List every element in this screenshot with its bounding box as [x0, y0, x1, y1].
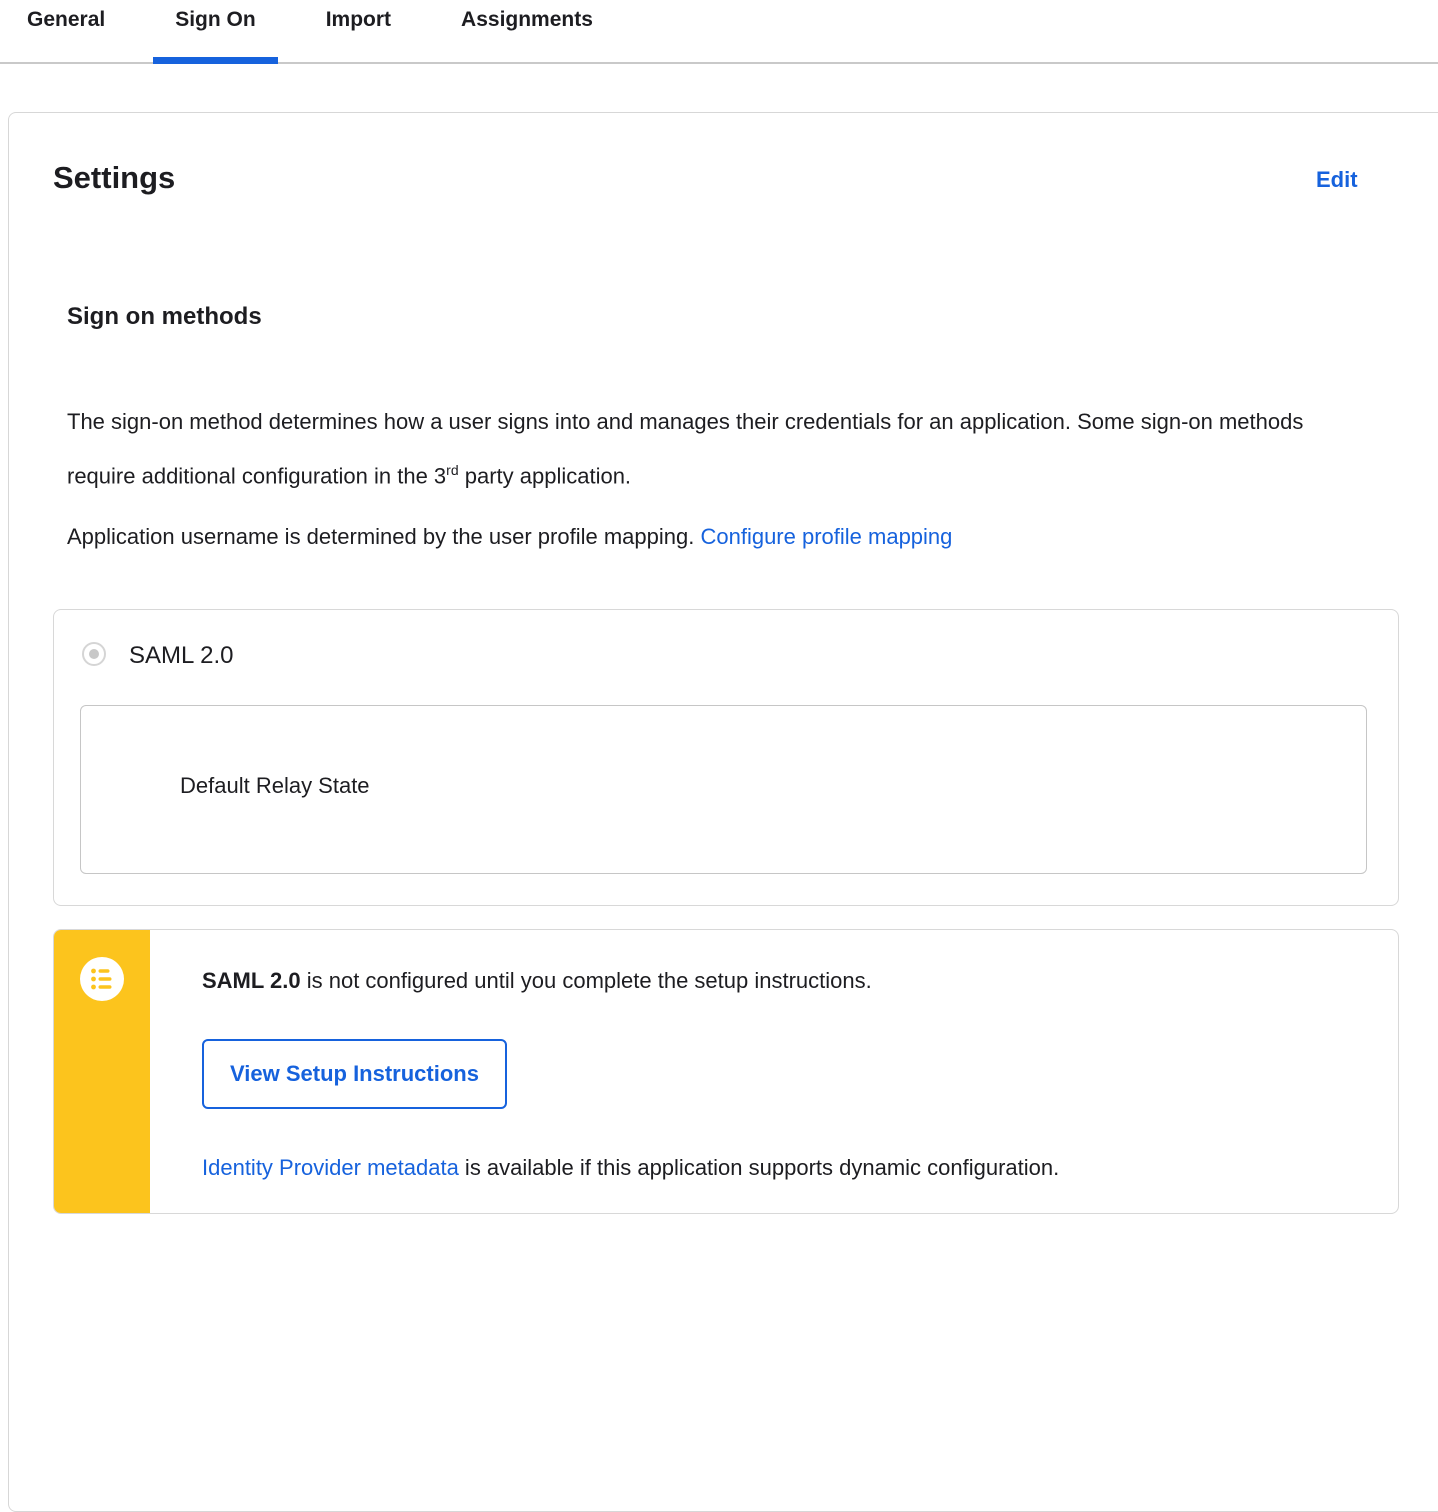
- tab-assignments[interactable]: Assignments: [439, 0, 615, 62]
- warning-message-text: is not configured until you complete the…: [300, 968, 872, 993]
- settings-card: Settings Edit Sign on methods The sign-o…: [8, 112, 1438, 1512]
- tab-general[interactable]: General: [5, 0, 127, 62]
- edit-link[interactable]: Edit: [1316, 167, 1358, 193]
- saml-settings-box: Default Relay State: [80, 705, 1367, 874]
- saml-radio[interactable]: [82, 642, 106, 666]
- saml-warning-banner: SAML 2.0 is not configured until you com…: [53, 929, 1399, 1214]
- page-title: Settings: [53, 160, 176, 195]
- username-mapping-text: Application username is determined by th…: [67, 524, 701, 549]
- default-relay-state-label: Default Relay State: [180, 773, 370, 798]
- metadata-text: is available if this application support…: [458, 1155, 1060, 1180]
- saml-option-label: SAML 2.0: [129, 642, 234, 669]
- list-icon: [80, 957, 124, 1001]
- saml-option-box: SAML 2.0 Default Relay State: [53, 609, 1399, 906]
- ordinal-superscript: rd: [446, 462, 459, 478]
- description-text: The sign-on method determines how a user…: [67, 409, 1304, 489]
- sign-on-methods-description: The sign-on method determines how a user…: [67, 397, 1307, 500]
- radio-dot-icon: [89, 649, 99, 659]
- tab-sign-on[interactable]: Sign On: [153, 0, 278, 64]
- view-setup-instructions-button[interactable]: View Setup Instructions: [202, 1039, 507, 1109]
- sign-on-methods-heading: Sign on methods: [67, 303, 262, 330]
- username-mapping-line: Application username is determined by th…: [67, 523, 952, 551]
- configure-profile-mapping-link[interactable]: Configure profile mapping: [700, 524, 952, 549]
- warning-message-bold: SAML 2.0: [202, 968, 301, 993]
- warning-message: SAML 2.0 is not configured until you com…: [202, 966, 872, 996]
- identity-provider-metadata-link[interactable]: Identity Provider metadata: [202, 1155, 459, 1180]
- app-tabs: General Sign On Import Assignments: [0, 0, 1438, 64]
- description-text-tail: party application.: [458, 463, 632, 489]
- warning-strip: [54, 930, 150, 1213]
- tab-import[interactable]: Import: [304, 0, 413, 62]
- metadata-line: Identity Provider metadata is available …: [202, 1153, 1059, 1183]
